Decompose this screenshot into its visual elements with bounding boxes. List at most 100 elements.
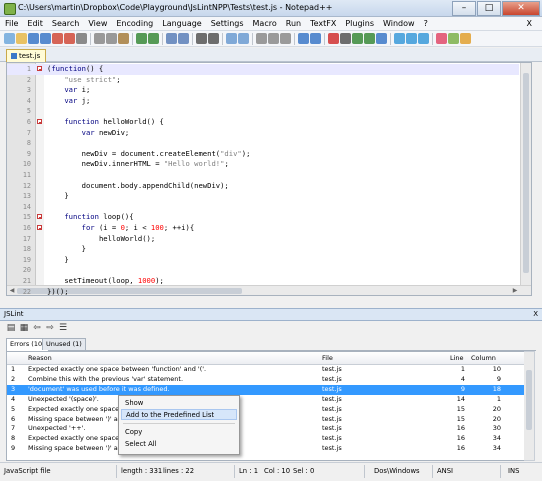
close-window-button[interactable]: ✕ <box>502 1 540 16</box>
close-icon[interactable] <box>52 33 63 44</box>
fold-toggle-icon[interactable] <box>37 66 42 71</box>
lint-file-icon[interactable]: ▤ <box>6 323 16 333</box>
menu-macro[interactable]: Macro <box>248 17 281 30</box>
code-line[interactable]: 2 "use strict"; <box>7 75 519 86</box>
paste-icon[interactable] <box>118 33 129 44</box>
code-line[interactable]: 16 for (i = 0; i < 100; ++i){ <box>7 223 519 234</box>
close-all-icon[interactable] <box>64 33 75 44</box>
menu-run[interactable]: Run <box>281 17 305 30</box>
error-row[interactable]: 9 Missing space between ')' a test.js 16 34 <box>7 444 525 454</box>
menu-item-copy[interactable]: Copy <box>121 427 237 438</box>
menu-edit[interactable]: Edit <box>22 17 47 30</box>
sync-v-icon[interactable] <box>226 33 237 44</box>
prev-icon[interactable] <box>406 33 417 44</box>
jslint-icon[interactable] <box>394 33 405 44</box>
save-icon[interactable] <box>28 33 39 44</box>
next-error-icon[interactable]: ⇨ <box>45 323 55 333</box>
zoom-out-icon[interactable] <box>208 33 219 44</box>
col-header-reason[interactable]: Reason <box>28 352 52 364</box>
heart-icon[interactable] <box>436 33 447 44</box>
menu-item-select-all[interactable]: Select All <box>121 439 237 450</box>
lang-icon[interactable] <box>298 33 309 44</box>
error-row[interactable]: 3 'document' was used before it was defin… <box>7 384 525 395</box>
menu-item-show[interactable]: Show <box>121 398 237 409</box>
code-line[interactable]: 8 <box>7 138 519 149</box>
panel-close-button[interactable]: X <box>533 309 538 320</box>
error-row[interactable]: 6 Missing space between ')' a test.js 15 20 <box>7 415 525 425</box>
menu-encoding[interactable]: Encoding <box>111 17 157 30</box>
menu-help[interactable]: ? <box>419 17 432 30</box>
open-icon[interactable] <box>16 33 27 44</box>
code-line[interactable]: 3 var i; <box>7 85 519 96</box>
error-row[interactable]: 2 Combine this with the previous 'var' st… <box>7 375 525 385</box>
menu-file[interactable]: File <box>0 17 22 30</box>
pencil-icon[interactable] <box>460 33 471 44</box>
save-all-icon[interactable] <box>40 33 51 44</box>
menu-search[interactable]: Search <box>47 17 83 30</box>
next-icon[interactable] <box>418 33 429 44</box>
code-line[interactable]: 15 function loop(){ <box>7 212 519 223</box>
indent-guide-icon[interactable] <box>280 33 291 44</box>
wrap-icon[interactable] <box>256 33 267 44</box>
code-line[interactable]: 17 helloWorld(); <box>7 234 519 245</box>
code-line[interactable]: 11 <box>7 170 519 181</box>
lint-all-icon[interactable]: ▦ <box>19 323 29 333</box>
code-line[interactable]: 19 } <box>7 255 519 266</box>
col-header-line[interactable]: Line <box>450 352 464 364</box>
tab-unused[interactable]: Unused (1) <box>42 338 86 350</box>
play-icon[interactable] <box>352 33 363 44</box>
code-line[interactable]: 12 document.body.appendChild(newDiv); <box>7 181 519 192</box>
menu-window[interactable]: Window <box>378 17 419 30</box>
options-list-icon[interactable]: ☰ <box>58 323 68 333</box>
new-file-icon[interactable] <box>4 33 15 44</box>
errors-list[interactable]: Reason File Line Column 1 Expected exactl… <box>6 351 526 461</box>
error-row[interactable]: 1 Expected exactly one space between 'fun… <box>7 365 525 375</box>
menu-language[interactable]: Language <box>157 17 205 30</box>
error-row[interactable]: 4 Unexpected '(space)'. test.js 14 1 <box>7 395 525 405</box>
code-editor[interactable]: ◀ ▶ 1 (function() {2 "use strict"; 3 var i… <box>6 62 532 296</box>
doc-map-icon[interactable] <box>310 33 321 44</box>
code-line[interactable]: 1 (function() { <box>7 64 519 75</box>
copy-icon[interactable] <box>106 33 117 44</box>
undo-icon[interactable] <box>136 33 147 44</box>
code-line[interactable]: 21 setTimeout(loop, 1000); <box>7 276 519 287</box>
menu-settings[interactable]: Settings <box>206 17 248 30</box>
cut-icon[interactable] <box>94 33 105 44</box>
code-line[interactable]: 4 var j; <box>7 96 519 107</box>
code-line[interactable]: 14 <box>7 202 519 213</box>
sync-h-icon[interactable] <box>238 33 249 44</box>
fold-toggle-icon[interactable] <box>37 119 42 124</box>
code-line[interactable]: 22})(); <box>7 287 519 295</box>
menu-plugins[interactable]: Plugins <box>340 17 378 30</box>
code-line[interactable]: 20 <box>7 265 519 276</box>
col-header-file[interactable]: File <box>322 352 333 364</box>
prev-error-icon[interactable]: ⇦ <box>32 323 42 333</box>
all-chars-icon[interactable] <box>268 33 279 44</box>
fold-toggle-icon[interactable] <box>37 225 42 230</box>
record-icon[interactable] <box>328 33 339 44</box>
menu-close-document[interactable]: X <box>522 17 536 30</box>
redo-icon[interactable] <box>148 33 159 44</box>
replace-icon[interactable] <box>178 33 189 44</box>
editor-vertical-scrollbar[interactable] <box>520 63 531 285</box>
error-row[interactable]: 5 Expected exactly one space test.js 15 20 <box>7 405 525 415</box>
fold-toggle-icon[interactable] <box>37 214 42 220</box>
print-icon[interactable] <box>76 33 87 44</box>
code-line[interactable]: 10 newDiv.innerHTML = "Hello world!"; <box>7 159 519 170</box>
menu-item-add-predefined[interactable]: Add to the Predefined List <box>121 409 237 420</box>
code-line[interactable]: 13 } <box>7 191 519 202</box>
zoom-in-icon[interactable] <box>196 33 207 44</box>
menu-textfx[interactable]: TextFX <box>305 17 340 30</box>
code-line[interactable]: 5 <box>7 106 519 117</box>
tab-test-js[interactable]: test.js <box>6 49 47 62</box>
play-multi-icon[interactable] <box>364 33 375 44</box>
minimize-button[interactable]: – <box>452 1 476 16</box>
errors-vertical-scrollbar[interactable] <box>524 351 535 461</box>
save-macro-icon[interactable] <box>376 33 387 44</box>
check-icon[interactable] <box>448 33 459 44</box>
code-line[interactable]: 7 var newDiv; <box>7 128 519 139</box>
find-icon[interactable] <box>166 33 177 44</box>
error-row[interactable]: 7 Unexpected '++'. test.js 16 30 <box>7 424 525 434</box>
maximize-button[interactable]: □ <box>477 1 501 16</box>
col-header-column[interactable]: Column <box>471 352 496 364</box>
